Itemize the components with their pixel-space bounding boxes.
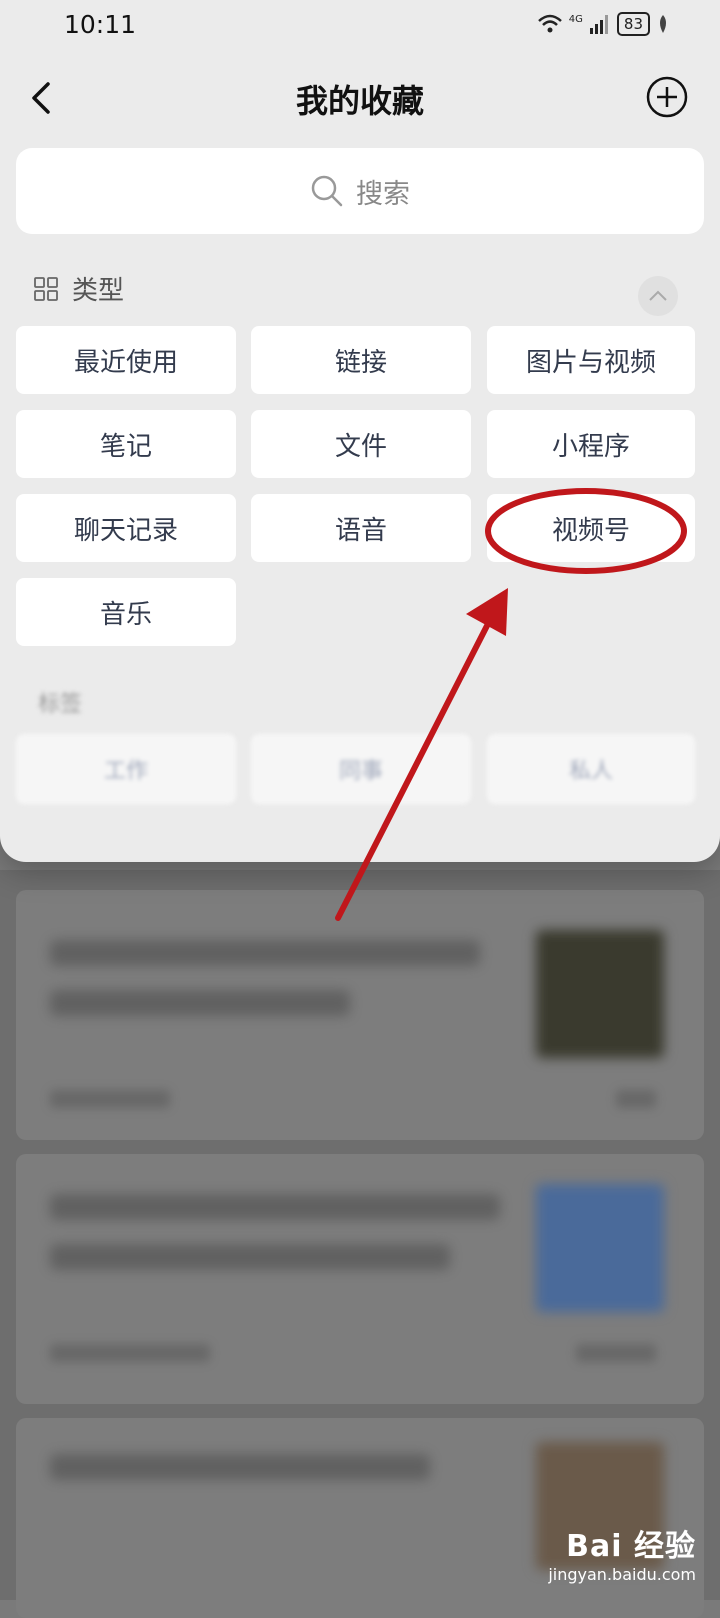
nav-bar: 我的收藏 — [0, 60, 720, 140]
status-bar: 10:11 4G 83 — [0, 0, 720, 60]
types-section-header: 类型 — [34, 270, 124, 307]
list-item — [16, 1418, 704, 1618]
search-bar[interactable]: 搜索 — [16, 148, 704, 234]
blurred-favorites-list — [0, 870, 720, 1618]
collapse-button[interactable] — [638, 276, 678, 316]
status-time: 10:11 — [64, 10, 137, 39]
baidu-watermark: Bai 经验 jingyan.baidu.com — [548, 1521, 696, 1584]
list-item — [16, 890, 704, 1140]
status-icons: 4G 83 — [537, 12, 670, 36]
leaf-icon — [660, 15, 666, 33]
signal-icon — [589, 15, 608, 34]
type-files[interactable]: 文件 — [251, 410, 471, 478]
type-images-videos[interactable]: 图片与视频 — [487, 326, 695, 394]
type-music[interactable]: 音乐 — [16, 578, 236, 646]
watermark-url: jingyan.baidu.com — [548, 1565, 696, 1584]
type-mini-programs[interactable]: 小程序 — [487, 410, 695, 478]
chevron-up-icon — [649, 290, 667, 301]
watermark-logo: Bai 经验 — [566, 1529, 696, 1564]
search-icon — [311, 175, 343, 207]
network-type: 4G — [568, 13, 583, 25]
type-links[interactable]: 链接 — [251, 326, 471, 394]
type-notes[interactable]: 笔记 — [16, 410, 236, 478]
tag-item[interactable]: 私人 — [487, 734, 695, 804]
battery-indicator: 83 — [616, 12, 650, 36]
type-recent[interactable]: 最近使用 — [16, 326, 236, 394]
page-title: 我的收藏 — [295, 82, 424, 120]
type-chat-history[interactable]: 聊天记录 — [16, 494, 236, 562]
type-voice[interactable]: 语音 — [251, 494, 471, 562]
search-placeholder: 搜索 — [356, 178, 410, 210]
wifi-icon — [537, 14, 562, 33]
tag-item[interactable]: 同事 — [251, 734, 471, 804]
tags-title: 标签 — [38, 692, 83, 717]
grid-icon — [34, 276, 58, 301]
list-item — [16, 1154, 704, 1404]
type-channels[interactable]: 视频号 — [487, 494, 695, 562]
favorites-filter-sheet: 10:11 4G 83 我的收藏 搜索 类型 最近使用 链接 图片与视频 笔记 … — [0, 0, 720, 862]
types-title: 类型 — [72, 276, 125, 306]
add-icon[interactable] — [646, 76, 688, 118]
tag-item[interactable]: 工作 — [16, 734, 236, 804]
